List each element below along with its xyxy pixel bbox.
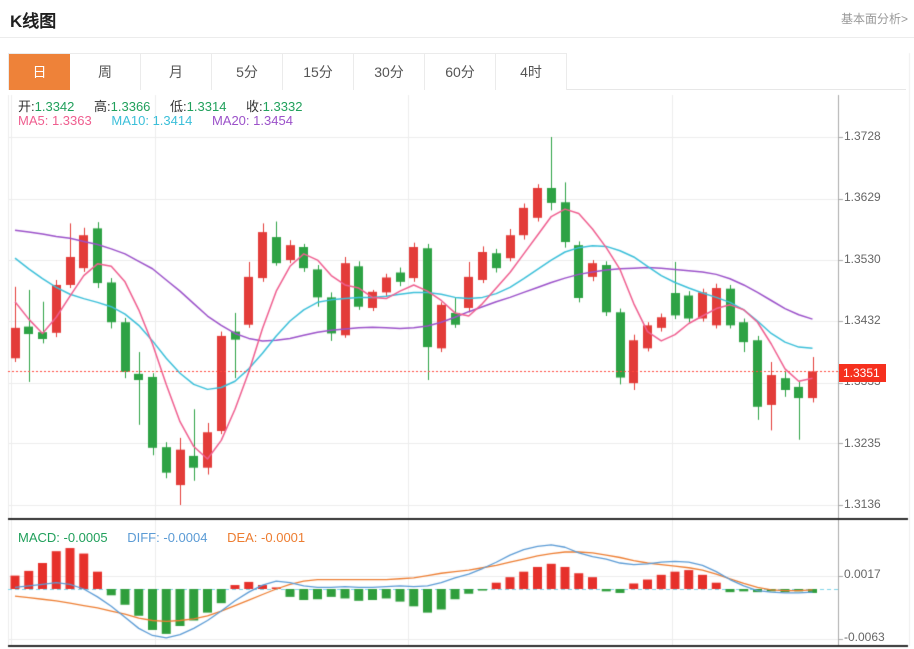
open-label: 开: [18, 99, 35, 114]
macd-label: MACD: [18, 530, 60, 545]
price-axis-label: 1.3728 [844, 129, 881, 143]
ma10-value: 1.3414 [153, 113, 193, 128]
tab-day[interactable]: 日 [9, 54, 70, 90]
high-label: 高: [94, 99, 111, 114]
tab-15min[interactable]: 15分 [283, 54, 354, 90]
ma20-value: 1.3454 [253, 113, 293, 128]
high-value: 1.3366 [111, 99, 151, 114]
close-value: 1.3332 [263, 99, 303, 114]
macd-axis-label: 0.0017 [844, 567, 881, 581]
dea-label: DEA: [227, 530, 257, 545]
fundamental-analysis-link[interactable]: 基本面分析> [841, 10, 908, 27]
macd-value: -0.0005 [64, 530, 108, 545]
macd-axis-label: -0.0063 [844, 630, 885, 644]
ma5-value: 1.3363 [52, 113, 92, 128]
current-price-badge: 1.3351 [839, 364, 886, 382]
tab-month[interactable]: 月 [141, 54, 212, 90]
ma10-label: MA10: [111, 113, 149, 128]
diff-label: DIFF: [127, 530, 160, 545]
dea-value: -0.0001 [261, 530, 305, 545]
price-axis-label: 1.3530 [844, 252, 881, 266]
page-title: K线图 [10, 7, 56, 32]
tab-5min[interactable]: 5分 [212, 54, 283, 90]
price-axis-label: 1.3136 [844, 497, 881, 511]
ma5-label: MA5: [18, 113, 48, 128]
price-axis-label: 1.3235 [844, 436, 881, 450]
period-tabbar: 日 周 月 5分 15分 30分 60分 4时 [8, 53, 906, 90]
tab-60min[interactable]: 60分 [425, 54, 496, 90]
price-axis-label: 1.3629 [844, 190, 881, 204]
close-label: 收: [246, 99, 263, 114]
low-label: 低: [170, 99, 187, 114]
period-tabgroup: 日 周 月 5分 15分 30分 60分 4时 [8, 53, 567, 90]
macd-readout: MACD: -0.0005 DIFF: -0.0004 DEA: -0.0001 [18, 530, 305, 545]
tab-week[interactable]: 周 [70, 54, 141, 90]
low-value: 1.3314 [187, 99, 227, 114]
price-axis-label: 1.3432 [844, 313, 881, 327]
tab-30min[interactable]: 30分 [354, 54, 425, 90]
diff-value: -0.0004 [163, 530, 207, 545]
open-value: 1.3342 [35, 99, 75, 114]
ma20-label: MA20: [212, 113, 250, 128]
tab-4hour[interactable]: 4时 [496, 54, 567, 90]
header-divider [0, 37, 914, 38]
ma-readout: MA5: 1.3363 MA10: 1.3414 MA20: 1.3454 [18, 113, 293, 128]
